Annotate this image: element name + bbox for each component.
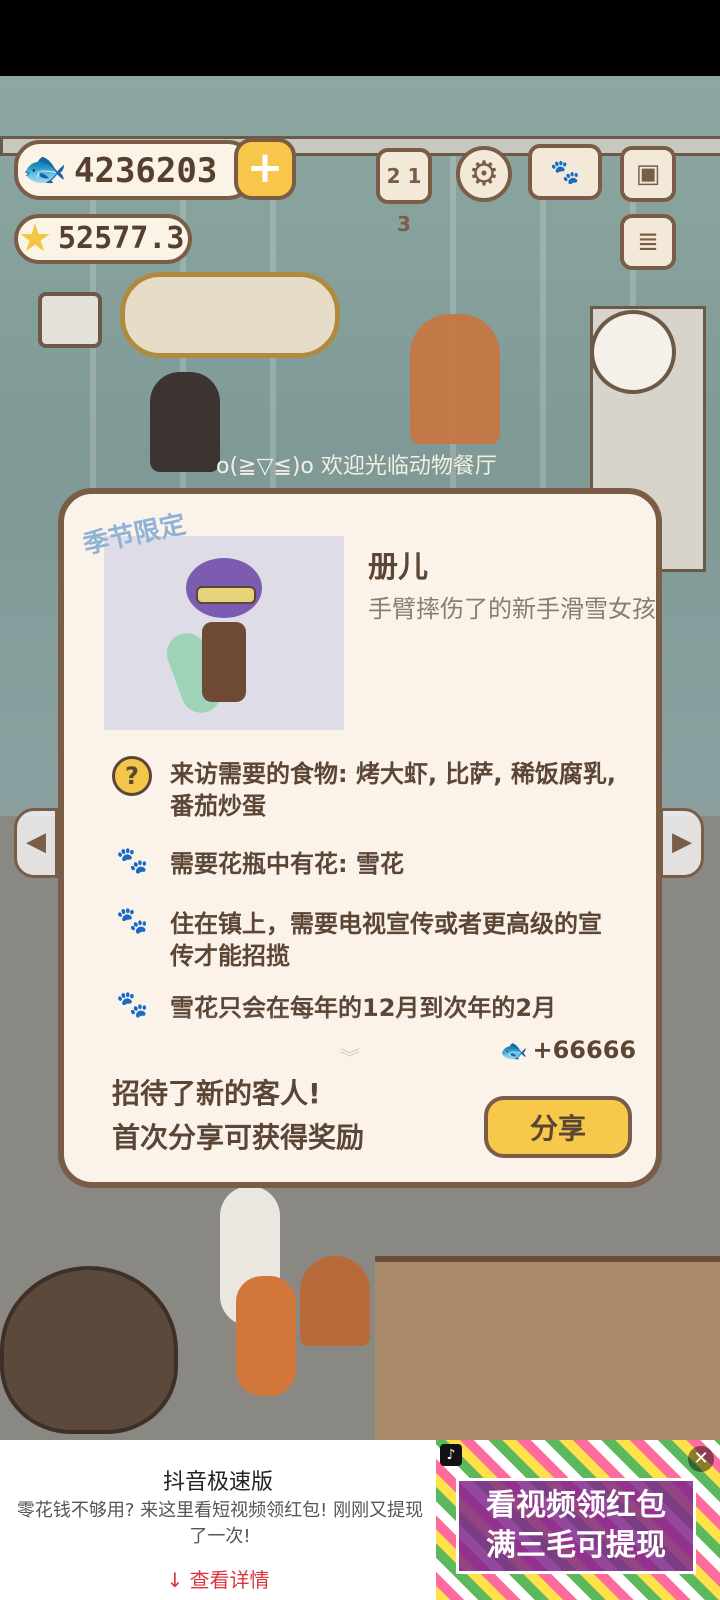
guest-portrait (104, 536, 344, 730)
camera-button[interactable]: ▣ (620, 146, 676, 202)
ad-title: 抖音极速版 (162, 1470, 273, 1495)
paw-icon: 🐾 (116, 846, 149, 876)
handbook-button[interactable]: 🐾 (528, 144, 602, 200)
star-count: 52577.3 (58, 221, 185, 256)
settings-button[interactable]: ⚙ (456, 146, 512, 202)
plus-icon: + (246, 142, 284, 193)
newspaper-icon: ≣ (637, 227, 659, 257)
shop-icon[interactable] (38, 292, 102, 348)
goggles-icon (196, 586, 256, 604)
share-button[interactable]: 分享 (484, 1096, 632, 1158)
ad-body: 零花钱不够用? 来这里看短视频领红包! 刚刚又提现了一次! (16, 1500, 424, 1547)
status-bar (0, 0, 720, 76)
paw-book-icon: 🐾 (550, 158, 580, 186)
hanging-painting (120, 272, 340, 358)
ad-promo-banner: 看视频领红包 满三毛可提现 (456, 1478, 696, 1574)
fox-customer[interactable] (236, 1276, 296, 1396)
chevron-right-icon: ▶ (672, 827, 692, 857)
ad-details-link[interactable]: ↓ 查看详情 (0, 1564, 436, 1593)
next-arrow[interactable]: ▶ (660, 808, 704, 878)
question-icon: ? (112, 756, 152, 796)
add-currency-button[interactable]: + (234, 138, 296, 200)
star-icon: ★ (18, 216, 53, 260)
fish-icon: 🐟 (500, 1039, 528, 1064)
new-guest-message: 招待了新的客人! (112, 1077, 321, 1110)
ranking-button[interactable]: 2 1 3 (376, 148, 432, 236)
cat-waiter-character[interactable] (150, 372, 220, 472)
guest-name: 册儿 (368, 550, 428, 585)
fox-character[interactable] (410, 314, 500, 444)
star-currency-pill: ★ 52577.3 (14, 214, 192, 264)
close-icon[interactable]: ✕ (688, 1446, 714, 1472)
guest-description: 手臂摔伤了的新手滑雪女孩 (368, 595, 656, 623)
ranking-icon: 2 1 3 (386, 164, 422, 236)
share-reward-hint: 首次分享可获得奖励 (112, 1121, 365, 1154)
paw-icon: 🐾 (116, 906, 149, 936)
mushroom-customer[interactable] (300, 1256, 370, 1346)
counter (375, 1256, 720, 1440)
fish-icon: 🐟 (22, 149, 67, 190)
chevron-left-icon: ◀ (26, 827, 46, 857)
camera-icon: ▣ (635, 159, 661, 189)
ad-banner[interactable]: 抖音极速版 零花钱不够用? 来这里看短视频领红包! 刚刚又提现了一次! ↓ 查看… (0, 1440, 720, 1600)
requirements-list[interactable]: ? 来访需要的食物: 烤大虾, 比萨, 稀饭腐乳, 番茄炒蛋 🐾 需要花瓶中有花… (112, 756, 642, 1036)
download-arrow-icon: ↓ (166, 1568, 190, 1592)
scroll-down-icon: ︾ (340, 1046, 360, 1070)
fish-count: 4236203 (74, 151, 218, 191)
ad-image[interactable]: ♪ 看视频领红包 满三毛可提现 ✕ (436, 1440, 720, 1600)
reward-row: 🐟 +66666 (500, 1036, 637, 1064)
douyin-logo-icon: ♪ (440, 1444, 462, 1466)
welcome-text: o(≧▽≦)o 欢迎光临动物餐厅 (216, 454, 497, 479)
newspaper-button[interactable]: ≣ (620, 214, 676, 270)
stew-pot (0, 1266, 178, 1434)
new-guest-dialog: 季节限定 册儿 手臂摔伤了的新手滑雪女孩 ? 来访需要的食物: 烤大虾, 比萨,… (58, 488, 662, 1188)
fish-currency-pill: 🐟 4236203 (14, 140, 254, 200)
settings-gear-icon: ⚙ (468, 154, 500, 194)
chef-cat-character[interactable] (590, 310, 676, 394)
prev-arrow[interactable]: ◀ (14, 808, 58, 878)
